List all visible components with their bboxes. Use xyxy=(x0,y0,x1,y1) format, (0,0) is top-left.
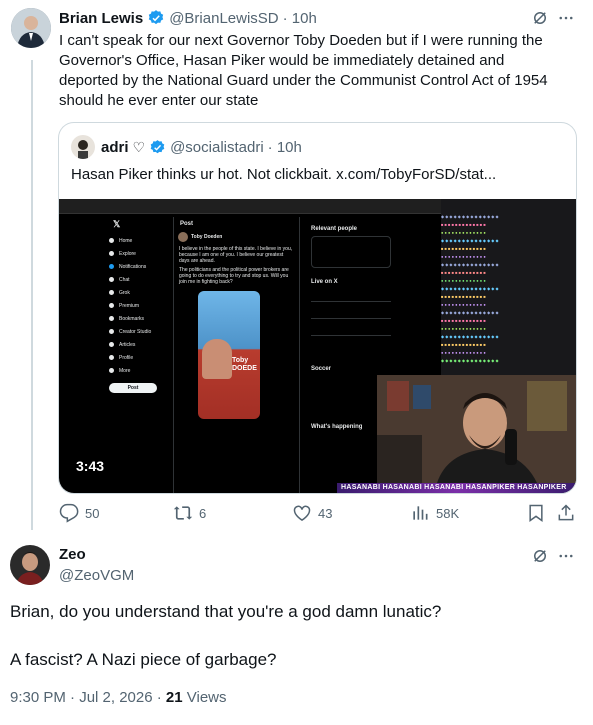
repost-icon xyxy=(173,506,193,520)
reply-text-line2: A fascist? A Nazi piece of garbage? xyxy=(10,650,277,669)
screen-post-video: Toby DOEDE xyxy=(198,291,260,419)
quote-header: adri ♡ @socialistadri · 10h xyxy=(101,137,302,157)
nav-item: Profile xyxy=(109,351,164,364)
thread-line xyxy=(31,60,33,530)
reply-author-name[interactable]: Zeo xyxy=(59,546,86,563)
like-icon xyxy=(293,505,311,521)
nav-item: Grok xyxy=(109,286,164,299)
quote-author-handle[interactable]: @socialistadri xyxy=(170,139,264,156)
reply-icon xyxy=(59,503,79,523)
screen-sign-text: Toby DOEDE xyxy=(232,357,257,372)
screen-soccer-header: Soccer xyxy=(311,366,332,372)
screen-post-line: I believe in the people of this state. I… xyxy=(179,246,293,264)
reply-text-line1: Brian, do you understand that you're a g… xyxy=(10,602,442,621)
screen-post-line: The politicians and the political power … xyxy=(179,267,289,285)
reply-button[interactable]: 50 xyxy=(59,503,99,523)
views-button[interactable]: 58K xyxy=(410,503,459,523)
tweet-header: Brian Lewis @BrianLewisSD · 10h xyxy=(59,8,317,28)
grok-icon[interactable] xyxy=(531,547,549,570)
nav-item: Creator Studio xyxy=(109,325,164,338)
verified-icon xyxy=(149,139,166,156)
avatar-zeo[interactable] xyxy=(10,545,50,585)
grok-icon[interactable] xyxy=(531,9,549,32)
tweet-text: I can't speak for our next Governor Toby… xyxy=(59,32,548,109)
repost-count: 6 xyxy=(199,505,207,521)
repost-button[interactable]: 6 xyxy=(173,503,206,523)
video-player[interactable]: 𝕏 Home Explore Notifications Chat Grok P… xyxy=(59,199,576,493)
reply-count: 50 xyxy=(85,505,100,521)
author-name[interactable]: Brian Lewis xyxy=(59,10,143,27)
screen-post-header: Post xyxy=(180,221,194,227)
like-count: 43 xyxy=(318,505,333,521)
nav-item: More xyxy=(109,364,164,377)
screen-post-column: Post Toby Doeden I believe in the people… xyxy=(173,217,300,493)
views-count: 58K xyxy=(436,505,460,521)
nav-item: Articles xyxy=(109,338,164,351)
screen-live-header: Live on X xyxy=(311,279,338,285)
post-time[interactable]: · 10h xyxy=(283,10,317,27)
nav-item: Explore xyxy=(109,247,164,260)
more-icon[interactable] xyxy=(557,547,575,570)
quote-text: Hasan Piker thinks ur hot. Not clickbait… xyxy=(71,166,497,183)
quote-author-symbol: ♡ xyxy=(132,138,146,155)
nav-item: Bookmarks xyxy=(109,312,164,325)
like-button[interactable]: 43 xyxy=(292,503,332,523)
nav-item: Chat xyxy=(109,273,164,286)
x-logo: 𝕏 xyxy=(113,219,121,229)
views-icon xyxy=(413,506,428,520)
webcam-feed xyxy=(377,375,576,483)
screen-post-button: Post xyxy=(109,383,157,393)
browser-bar xyxy=(59,199,441,214)
nav-item: Home xyxy=(109,234,164,247)
nav-item: Notifications xyxy=(109,260,164,273)
avatar-brian[interactable] xyxy=(11,8,51,48)
screen-relevant-header: Relevant people xyxy=(311,226,358,232)
verified-icon xyxy=(147,9,165,27)
quote-time[interactable]: · 10h xyxy=(268,139,302,156)
nav-item: Premium xyxy=(109,299,164,312)
bookmark-icon[interactable] xyxy=(526,503,546,528)
video-duration: 3:43 xyxy=(71,455,110,479)
share-icon[interactable] xyxy=(556,503,576,528)
quoted-post[interactable]: adri ♡ @socialistadri · 10h Hasan Piker … xyxy=(58,122,577,494)
x-sidebar: 𝕏 Home Explore Notifications Chat Grok P… xyxy=(109,219,164,393)
quote-author-name[interactable]: adri xyxy=(101,139,129,156)
stream-chat: ◆ ◆ ◆ ◆ ◆ ◆ ◆ ◆ ◆ ◆ ◆ ◆ ◆ ◆ ■ ■ ■ ■ ■ ■ … xyxy=(441,199,576,388)
author-handle[interactable]: @BrianLewisSD xyxy=(169,10,278,27)
avatar-adri[interactable] xyxy=(71,135,95,159)
reply-author-handle[interactable]: @ZeoVGM xyxy=(59,567,134,584)
screen-post-author: Toby Doeden xyxy=(191,234,223,240)
more-icon[interactable] xyxy=(557,9,575,32)
reply-timestamp: 9:30 PM · Jul 2, 2026 · 21 Views xyxy=(10,689,227,706)
stream-banner: HASANABI HASANABI HASANABI HASANPIKER HA… xyxy=(337,483,576,493)
